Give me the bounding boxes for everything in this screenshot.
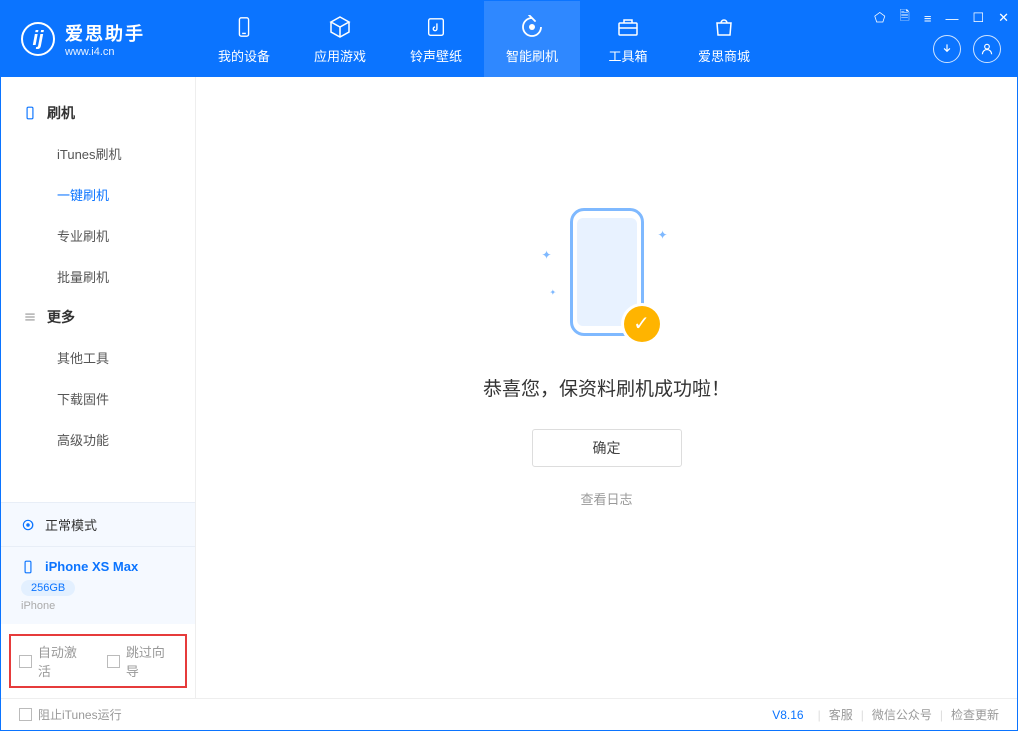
device-name: iPhone XS Max <box>45 559 138 574</box>
sidebar-group-more: 更多 <box>1 297 195 337</box>
ok-button[interactable]: 确定 <box>532 429 682 467</box>
menu-icon[interactable]: ≡ <box>924 11 932 26</box>
shirt-icon[interactable]: ⬠ <box>874 10 885 26</box>
device-mode: 正常模式 <box>45 515 97 534</box>
header-round-buttons <box>933 35 1001 63</box>
sidebar-group-flash: 刷机 <box>1 93 195 133</box>
body: 刷机 iTunes刷机 一键刷机 专业刷机 批量刷机 更多 其他工具 下载固件 … <box>1 77 1017 698</box>
user-button[interactable] <box>973 35 1001 63</box>
checkbox-skip-guide[interactable]: 跳过向导 <box>107 642 177 680</box>
block-itunes-label: 阻止iTunes运行 <box>38 706 122 723</box>
music-icon <box>423 14 449 40</box>
sidebar-item-download-firmware[interactable]: 下载固件 <box>1 378 195 419</box>
toolbox-icon <box>615 14 641 40</box>
cube-icon <box>327 14 353 40</box>
success-message: 恭喜您，保资料刷机成功啦！ <box>483 374 730 401</box>
nav-my-device[interactable]: 我的设备 <box>196 1 292 77</box>
sidebar-item-pro-flash[interactable]: 专业刷机 <box>1 215 195 256</box>
download-button[interactable] <box>933 35 961 63</box>
nav-apps-games[interactable]: 应用游戏 <box>292 1 388 77</box>
checkbox-auto-activate[interactable]: 自动激活 <box>19 642 89 680</box>
option-checks-highlighted: 自动激活 跳过向导 <box>9 634 187 688</box>
close-button[interactable]: ✕ <box>998 10 1009 26</box>
phone-icon <box>23 106 37 120</box>
wechat-link[interactable]: 微信公众号 <box>872 706 932 723</box>
check-update-link[interactable]: 检查更新 <box>951 706 999 723</box>
sidebar-item-advanced[interactable]: 高级功能 <box>1 419 195 460</box>
minimize-button[interactable]: ― <box>945 11 958 26</box>
sidebar: 刷机 iTunes刷机 一键刷机 专业刷机 批量刷机 更多 其他工具 下载固件 … <box>1 77 196 698</box>
nav-toolbox[interactable]: 工具箱 <box>580 1 676 77</box>
phone-small-icon <box>21 560 35 574</box>
sidebar-item-batch-flash[interactable]: 批量刷机 <box>1 256 195 297</box>
sidebar-item-oneclick-flash[interactable]: 一键刷机 <box>1 174 195 215</box>
device-type: iPhone <box>21 600 175 612</box>
sidebar-item-other-tools[interactable]: 其他工具 <box>1 337 195 378</box>
app-window: ij 爱思助手 www.i4.cn 我的设备 应用游戏 铃声壁纸 智能刷机 <box>0 0 1018 731</box>
device-icon <box>231 14 257 40</box>
checkbox-block-itunes[interactable] <box>19 708 32 721</box>
version-label[interactable]: V8.16 <box>772 708 803 722</box>
main-content: ✦ ✦ ✦ ✓ 恭喜您，保资料刷机成功啦！ 确定 查看日志 <box>196 77 1017 698</box>
device-capacity: 256GB <box>21 580 75 596</box>
refresh-icon <box>519 14 545 40</box>
support-link[interactable]: 客服 <box>829 706 853 723</box>
mode-icon <box>21 518 35 532</box>
device-panel: 正常模式 iPhone XS Max 256GB iPhone <box>1 502 195 624</box>
top-nav: 我的设备 应用游戏 铃声壁纸 智能刷机 工具箱 爱思商城 <box>196 1 772 77</box>
success-illustration: ✦ ✦ ✦ ✓ <box>552 208 662 348</box>
app-logo: ij 爱思助手 www.i4.cn <box>1 1 196 77</box>
list-icon <box>23 310 37 324</box>
maximize-button[interactable]: ☐ <box>972 10 984 26</box>
footer: 阻止iTunes运行 V8.16 | 客服 | 微信公众号 | 检查更新 <box>1 698 1017 730</box>
header: ij 爱思助手 www.i4.cn 我的设备 应用游戏 铃声壁纸 智能刷机 <box>1 1 1017 77</box>
device-info[interactable]: iPhone XS Max 256GB iPhone <box>1 546 195 624</box>
nav-ringtones-wallpapers[interactable]: 铃声壁纸 <box>388 1 484 77</box>
app-title: 爱思助手 <box>65 20 145 46</box>
app-url: www.i4.cn <box>65 46 145 58</box>
window-controls: ⬠ 🗎 ≡ ― ☐ ✕ <box>874 7 1009 29</box>
device-mode-row[interactable]: 正常模式 <box>1 502 195 546</box>
store-icon <box>711 14 737 40</box>
sidebar-item-itunes-flash[interactable]: iTunes刷机 <box>1 133 195 174</box>
note-icon[interactable]: 🗎 <box>899 7 909 29</box>
logo-icon: ij <box>21 22 55 56</box>
checkmark-icon: ✓ <box>624 306 660 342</box>
nav-store[interactable]: 爱思商城 <box>676 1 772 77</box>
nav-smart-flash[interactable]: 智能刷机 <box>484 1 580 77</box>
view-log-link[interactable]: 查看日志 <box>580 489 632 508</box>
